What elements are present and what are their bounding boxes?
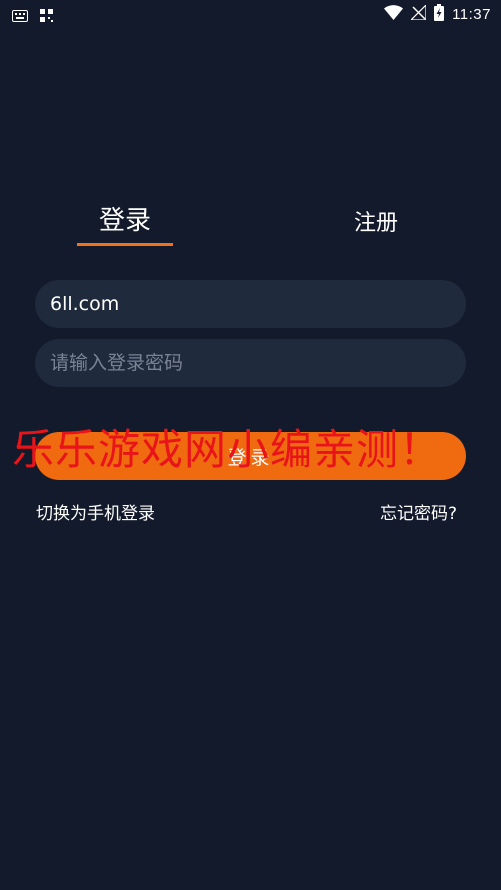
auth-tabs: 登录 注册 <box>0 200 501 250</box>
status-bar: 11:37 <box>0 0 501 28</box>
status-right: 11:37 <box>384 3 491 25</box>
login-button[interactable]: 登录 <box>35 432 466 480</box>
tab-login[interactable]: 登录 <box>77 200 173 237</box>
switch-phone-login-link[interactable]: 切换为手机登录 <box>36 499 155 524</box>
forgot-password-link[interactable]: 忘记密码? <box>380 499 457 524</box>
tab-register[interactable]: 注册 <box>333 205 419 237</box>
status-time: 11:37 <box>452 5 491 23</box>
no-signal-icon <box>409 3 427 24</box>
wifi-icon <box>384 4 404 24</box>
password-input[interactable] <box>50 352 451 374</box>
qr-icon <box>40 7 53 26</box>
password-field <box>35 339 466 387</box>
account-field <box>35 280 466 328</box>
login-screen: 11:37 登录 注册 登录 切换为手机登录 忘记密码? 乐乐游戏网小编亲测！ <box>0 0 501 890</box>
keyboard-icon <box>12 7 28 26</box>
active-tab-indicator <box>77 243 173 246</box>
status-left <box>12 7 53 26</box>
battery-charging-icon <box>434 3 445 25</box>
account-input[interactable] <box>50 293 451 315</box>
